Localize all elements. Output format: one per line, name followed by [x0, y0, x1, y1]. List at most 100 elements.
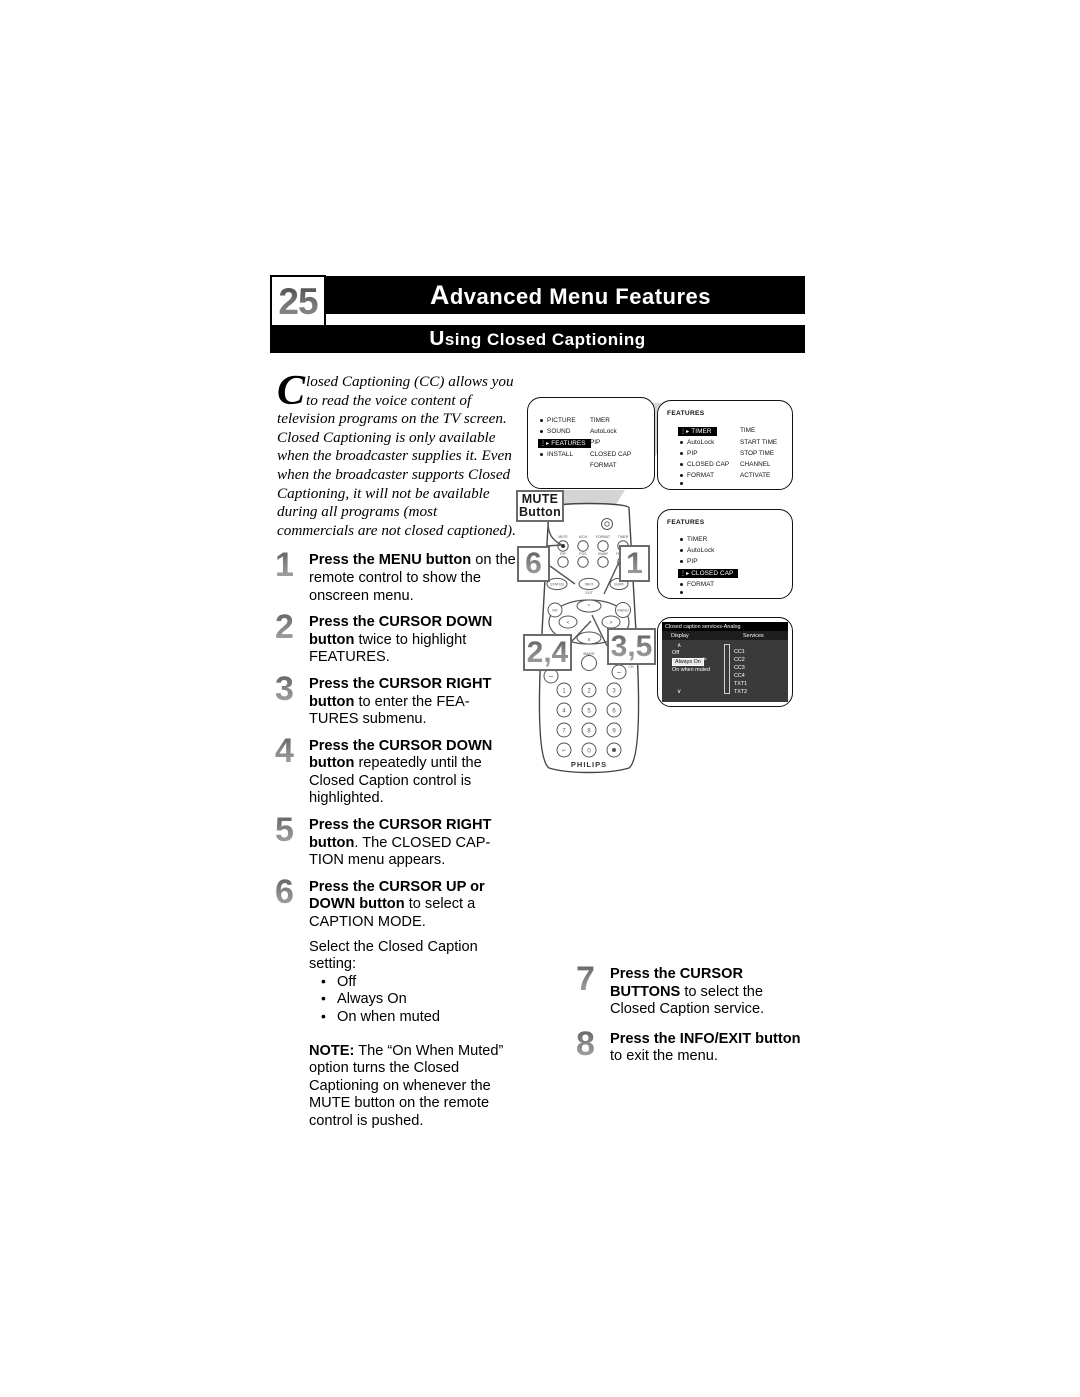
step-rest: to exit the menu. [610, 1048, 718, 1065]
step-text: Press the CURSOR RIGHT button. The CLOSE… [309, 817, 517, 870]
cc-service-cc1[interactable]: CC1 [734, 649, 745, 655]
smart-label: SMART [583, 652, 595, 656]
step-number: 4 [275, 731, 294, 770]
status-label: STATUS [550, 583, 564, 587]
cc-title: Closed caption services-Analog [662, 622, 788, 631]
cc-service-txt1[interactable]: TXT1 [734, 681, 747, 687]
page-number-box: 25 [270, 275, 326, 327]
callout-step-2-4: 2,4 [523, 634, 572, 671]
option-on-when-muted: On when muted [319, 1008, 517, 1027]
cc-service-cc3[interactable]: CC3 [734, 665, 745, 671]
menu-label: MENU [617, 609, 628, 613]
menu-item-empty [680, 591, 687, 594]
pip-button[interactable] [557, 556, 569, 568]
cc-select-arrow-icon: > [703, 657, 707, 663]
bullet-icon [680, 482, 683, 485]
cc-service-txt2[interactable]: TXT2 [734, 689, 747, 695]
tv-screen-features-closedcap: FEATURES TIMER AutoLock PIP ⋮▸ CLOSED CAP… [657, 509, 793, 599]
step-bold: Press the MENU button [309, 552, 472, 569]
bullet-icon [540, 419, 543, 422]
cc-option-off[interactable]: Off [672, 650, 679, 656]
bullet-icon [680, 560, 683, 563]
menu-title-features: FEATURES [667, 410, 705, 417]
scroll-down-icon[interactable]: ∨ [677, 688, 681, 695]
callout-mute-button: MUTE Button [516, 490, 564, 522]
menu-item-timer-highlighted[interactable]: ⋮▸ TIMER [678, 427, 717, 436]
step-5: 5 Press the CURSOR RIGHT button. The CLO… [275, 813, 517, 870]
subsection-title: Using Closed Captioning [429, 327, 646, 350]
menu-item-install: INSTALL [540, 451, 573, 458]
surf-label: SURF [614, 583, 625, 587]
step-text: Press the CURSOR DOWN button twice to hi… [309, 614, 517, 667]
left-column: Closed Captioning (CC) allows you to rea… [275, 368, 517, 1131]
note-block: NOTE: The “On When Muted” option turns t… [277, 1043, 517, 1131]
step-2: 2 Press the CURSOR DOWN button twice to … [275, 610, 517, 667]
cc-option-on-when-muted[interactable]: On when muted [672, 667, 710, 673]
menu-item-closed-cap: CLOSED CAP [680, 461, 729, 468]
swap-button[interactable] [597, 556, 609, 568]
menu-item-features-highlighted[interactable]: ⋮▸ FEATURES [538, 439, 591, 448]
section-title: Advanced Menu Features [429, 279, 711, 310]
step-7: 7 Press the CURSOR BUTTONS to select the… [576, 962, 810, 1019]
info-label: INFO [585, 583, 594, 587]
ok-label: OK [552, 608, 558, 613]
menu-item-pip: PIP [680, 450, 698, 457]
bullet-icon [680, 463, 683, 466]
cc-service-cc2[interactable]: CC2 [734, 657, 745, 663]
step-text: Press the CURSOR BUTTONS to select the C… [610, 966, 810, 1019]
menu-item-format: FORMAT [680, 472, 714, 479]
callout-24-label: 2,4 [526, 635, 569, 669]
step-text: Press the CURSOR RIGHT button to enter t… [309, 676, 517, 729]
cursor-arrow-icon: ⋮▸ [540, 441, 550, 447]
step-number: 8 [576, 1024, 595, 1063]
step-4: 4 Press the CURSOR DOWN button repeatedl… [275, 734, 517, 808]
pos-button[interactable] [577, 556, 589, 568]
ach-label: A/CH [579, 535, 588, 539]
bullet-icon [680, 549, 683, 552]
page-header: Advanced Menu Features 25 Using Closed C… [270, 275, 805, 360]
bullet-icon [540, 453, 543, 456]
tv-screen-main-menu: PICTURE SOUND ⋮▸ FEATURES INSTALL TIMER A… [527, 397, 655, 489]
cc-scrollbar[interactable] [724, 644, 730, 694]
channel-down-icon: − [617, 668, 622, 677]
step-number: 3 [275, 669, 294, 708]
submenu-activate: ACTIVATE [740, 472, 771, 479]
scroll-up-icon[interactable]: ∧ [677, 642, 681, 649]
format-button[interactable] [597, 540, 609, 552]
format-label: FORMAT [596, 535, 610, 539]
intro-paragraph: Closed Captioning (CC) allows you to rea… [277, 368, 517, 540]
step-number: 7 [576, 960, 595, 998]
submenu-autolock: AutoLock [590, 428, 617, 435]
menu-item-closed-cap-highlighted[interactable]: ⋮▸ CLOSED CAP [678, 569, 739, 578]
ach-button[interactable] [577, 540, 589, 552]
menu-title-features: FEATURES [667, 519, 705, 526]
smart-button[interactable] [581, 655, 597, 671]
manual-page: Advanced Menu Features 25 Using Closed C… [0, 0, 1080, 1397]
steps-list: 1 Press the MENU button on the remote co… [275, 548, 517, 932]
cursor-left-icon: < [567, 620, 570, 626]
bullet-icon [680, 452, 683, 455]
step-text: Press the CURSOR UP or DOWN button to se… [309, 879, 517, 932]
callout-step-6: 6 [517, 546, 550, 582]
drop-cap: C [277, 368, 306, 414]
cursor-down-icon: ∨ [587, 637, 591, 643]
callout-step-3-5: 3,5 [607, 628, 656, 665]
cc-service-cc4[interactable]: CC4 [734, 673, 745, 679]
callout-6-label: 6 [525, 547, 542, 580]
cc-option-always-on-selected[interactable]: Always On [672, 658, 704, 666]
cc-col-services: Services [743, 632, 764, 639]
submenu-channel: CHANNEL [740, 461, 771, 468]
step-number: 5 [275, 811, 294, 850]
callout-step-1: 1 [619, 545, 650, 582]
cc-col-display: Display [671, 632, 689, 639]
callout-35-label: 3,5 [610, 629, 653, 663]
cursor-right-icon: > [610, 620, 613, 626]
submenu-format: FORMAT [590, 462, 617, 469]
bullet-icon [680, 591, 683, 594]
mute-icon [561, 544, 565, 548]
section-title-bar: Advanced Menu Features [310, 276, 805, 314]
philips-brand: PHILIPS [571, 760, 607, 769]
volume-down-icon: − [549, 672, 554, 681]
power-icon [604, 521, 610, 527]
submenu-time: TIME [740, 427, 756, 434]
